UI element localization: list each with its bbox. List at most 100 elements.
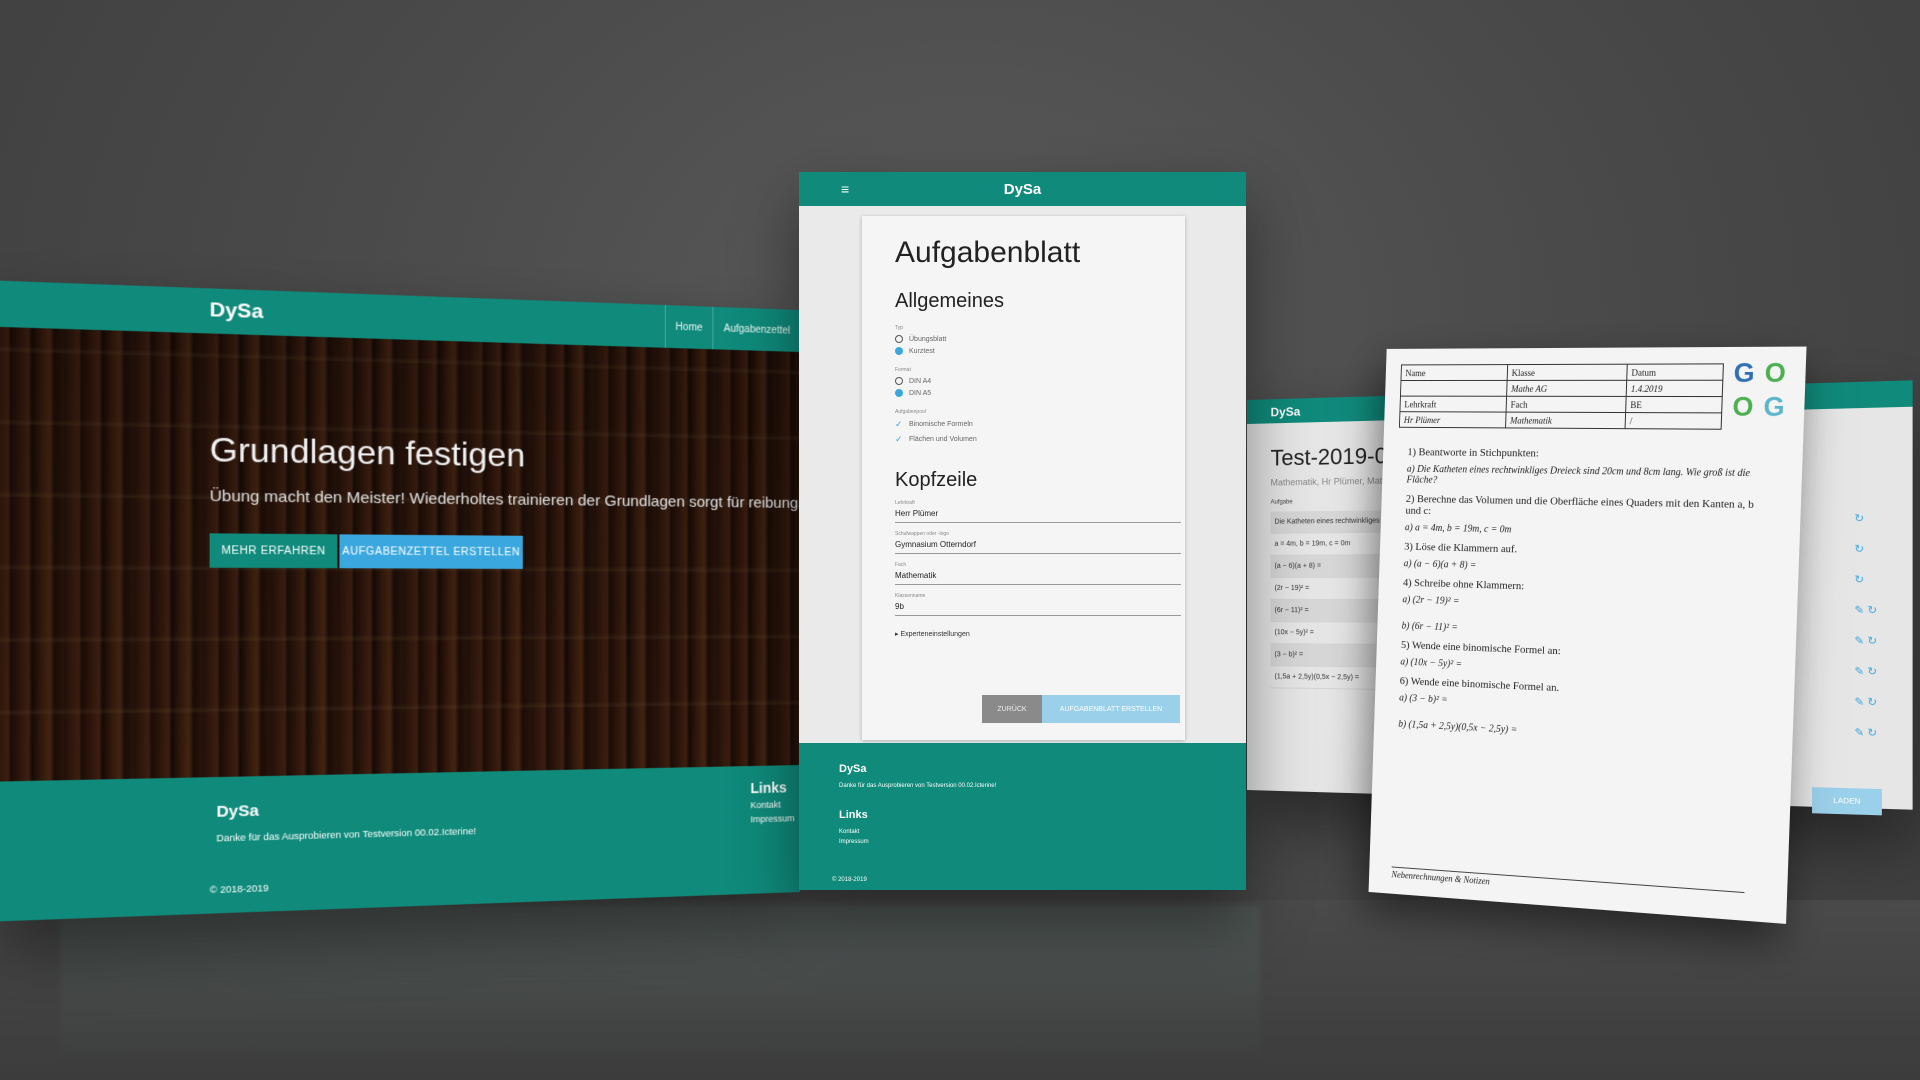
- radio-icon: [895, 377, 903, 385]
- logo-letter: O: [1764, 356, 1787, 388]
- format-option-a4[interactable]: DIN A4: [895, 377, 1185, 385]
- footer-links-heading: Links: [750, 779, 787, 797]
- refresh-icon[interactable]: ↻: [1854, 574, 1877, 605]
- header-cell: Mathematik: [1505, 412, 1626, 429]
- create-worksheet-button[interactable]: AUFGABENBLATT ERSTELLEN: [1042, 695, 1180, 723]
- header-cell: Name: [1400, 364, 1508, 381]
- header-cell: Hr Plümer: [1399, 411, 1507, 428]
- teacher-field[interactable]: Lehrkraft Herr Plümer: [895, 500, 1181, 523]
- edit-icon[interactable]: ✎ ↻: [1854, 666, 1877, 697]
- school-logo: G O O G: [1728, 356, 1790, 422]
- radio-checked-icon: [895, 389, 903, 397]
- header-cell: /: [1625, 412, 1722, 430]
- field-label: Klassenname: [895, 593, 926, 599]
- load-button[interactable]: LADEN: [1812, 787, 1882, 816]
- type-option-uebungsblatt[interactable]: Übungsblatt: [895, 335, 1185, 343]
- row-actions: ↻ ↻ ↻ ✎ ↻ ✎ ↻ ✎ ↻ ✎ ↻ ✎ ↻: [1854, 513, 1877, 758]
- task-heading: 1) Beantworte in Stichpunkten:: [1407, 446, 1539, 460]
- subject-field[interactable]: Fach Mathematik: [895, 562, 1181, 585]
- form-buttons: ZURÜCK AUFGABENBLATT ERSTELLEN: [982, 695, 1180, 723]
- logo-letter: O: [1732, 390, 1754, 422]
- field-value: Mathematik: [895, 571, 937, 580]
- floor-reflection: [60, 905, 1260, 1065]
- field-label: Fach: [895, 562, 907, 568]
- option-label: Übungsblatt: [909, 335, 947, 343]
- format-label: Format: [895, 367, 911, 373]
- form-card: Aufgabenblatt Allgemeines Typ Übungsblat…: [862, 216, 1185, 740]
- school-logo-field[interactable]: Schulwappen oder -logo Gymnasium Otternd…: [895, 531, 1181, 554]
- header-cell: Datum: [1626, 363, 1724, 381]
- option-label: DIN A5: [909, 389, 932, 397]
- landing-nav-links: Home Aufgabenzettel: [664, 305, 800, 352]
- create-worksheet-button[interactable]: AUFGABENZETTEL ERSTELLEN: [339, 534, 523, 569]
- header-cell: Lehrkraft: [1399, 396, 1507, 413]
- hero-content: Grundlagen festigen Übung macht den Meis…: [209, 430, 800, 570]
- edit-icon[interactable]: ✎ ↻: [1854, 635, 1877, 666]
- worksheet-form-window: ≡ DySa Aufgabenblatt Allgemeines Typ Übu…: [799, 172, 1246, 890]
- edit-icon[interactable]: ✎ ↻: [1854, 605, 1877, 636]
- footer-links-heading: Links: [839, 809, 868, 821]
- header-cell: [1400, 380, 1508, 397]
- logo-letter: G: [1763, 390, 1786, 422]
- form-brand[interactable]: DySa: [1004, 181, 1042, 198]
- nav-aufgabenzettel[interactable]: Aufgabenzettel: [712, 306, 800, 352]
- field-label: Lehrkraft: [895, 500, 915, 506]
- task-text: a) Die Katheten eines rechtwinkliges Dre…: [1406, 463, 1751, 486]
- form-footer: DySa Danke für das Ausprobieren von Test…: [799, 743, 1246, 890]
- footer-link-kontakt[interactable]: Kontakt: [839, 829, 859, 835]
- footer-link-impressum[interactable]: Impressum: [839, 839, 869, 845]
- expert-settings-toggle[interactable]: ▸ Experteneinstellungen: [895, 630, 1185, 638]
- edit-icon[interactable]: ✎ ↻: [1854, 697, 1877, 728]
- class-name-field[interactable]: Klassenname 9b: [895, 593, 1181, 616]
- footer-link-impressum[interactable]: Impressum: [750, 813, 794, 824]
- section-general: Allgemeines: [895, 290, 1004, 312]
- footer-brand: DySa: [839, 763, 867, 775]
- footer-links: Links Kontakt Impressum: [750, 779, 794, 824]
- footer-brand: DySa: [216, 801, 259, 822]
- footer-thanks: Danke für das Ausprobieren von Testversi…: [839, 783, 997, 789]
- hero-buttons: MEHR ERFAHREN AUFGABENZETTEL ERSTELLEN: [209, 533, 800, 570]
- form-navbar: ≡ DySa: [799, 172, 1246, 206]
- radio-icon: [895, 335, 903, 343]
- checkmark-icon: ✓: [895, 434, 903, 444]
- header-cell: Mathe AG: [1506, 380, 1627, 397]
- task-text: a) (a − 6)(a + 8) =: [1403, 558, 1477, 572]
- type-option-kurztest[interactable]: Kurztest: [895, 347, 1185, 355]
- logo-letter: G: [1733, 357, 1756, 388]
- refresh-icon[interactable]: ↻: [1854, 513, 1877, 544]
- refresh-icon[interactable]: ↻: [1854, 544, 1877, 575]
- more-info-button[interactable]: MEHR ERFAHREN: [209, 533, 338, 569]
- edit-icon[interactable]: ✎ ↻: [1854, 727, 1877, 758]
- pool-option-area-volume[interactable]: ✓ Flächen und Volumen: [895, 434, 1185, 445]
- format-option-a5[interactable]: DIN A5: [895, 389, 1185, 397]
- landing-brand[interactable]: DySa: [210, 299, 264, 324]
- nav-home[interactable]: Home: [664, 305, 713, 350]
- task-heading: 2) Berechne das Volumen und die Oberfläc…: [1405, 493, 1755, 518]
- radio-checked-icon: [895, 347, 903, 355]
- header-cell: Fach: [1506, 396, 1627, 413]
- header-cell: Klasse: [1507, 364, 1628, 381]
- option-label: DIN A4: [909, 377, 932, 385]
- printed-worksheet: Name Klasse Datum Mathe AG 1.4.2019 Lehr…: [1368, 346, 1807, 924]
- option-label: Binomische Formeln: [909, 421, 973, 428]
- type-label: Typ: [895, 325, 904, 331]
- hero-section: Grundlagen festigen Übung macht den Meis…: [0, 326, 800, 782]
- footer-copyright: © 2018-2019: [832, 877, 867, 883]
- worksheet-header-table: Name Klasse Datum Mathe AG 1.4.2019 Lehr…: [1399, 363, 1724, 430]
- footer-link-kontakt[interactable]: Kontakt: [750, 799, 794, 810]
- pool-label: Aufgabenpool: [895, 409, 926, 415]
- section-header: Kopfzeile: [895, 469, 978, 491]
- field-label: Schulwappen oder -logo: [895, 531, 949, 537]
- task-text: a) a = 4m, b = 19m, c = 0m: [1404, 522, 1512, 536]
- field-value: Herr Plümer: [895, 509, 939, 518]
- hero-subtitle: Übung macht den Meister! Wiederholtes tr…: [209, 487, 800, 513]
- hero-title: Grundlagen festigen: [209, 430, 526, 474]
- field-value: Gymnasium Otterndorf: [895, 540, 976, 549]
- option-label: Flächen und Volumen: [909, 436, 977, 443]
- field-value: 9b: [895, 602, 904, 611]
- hamburger-menu-icon[interactable]: ≡: [841, 181, 849, 197]
- task-text: b) (1,5a + 2,5y)(0,5x − 2,5y) =: [1398, 718, 1518, 736]
- task-heading: 3) Löse die Klammern auf.: [1404, 540, 1518, 556]
- pool-option-binomial[interactable]: ✓ Binomische Formeln: [895, 419, 1185, 430]
- back-button[interactable]: ZURÜCK: [982, 695, 1042, 723]
